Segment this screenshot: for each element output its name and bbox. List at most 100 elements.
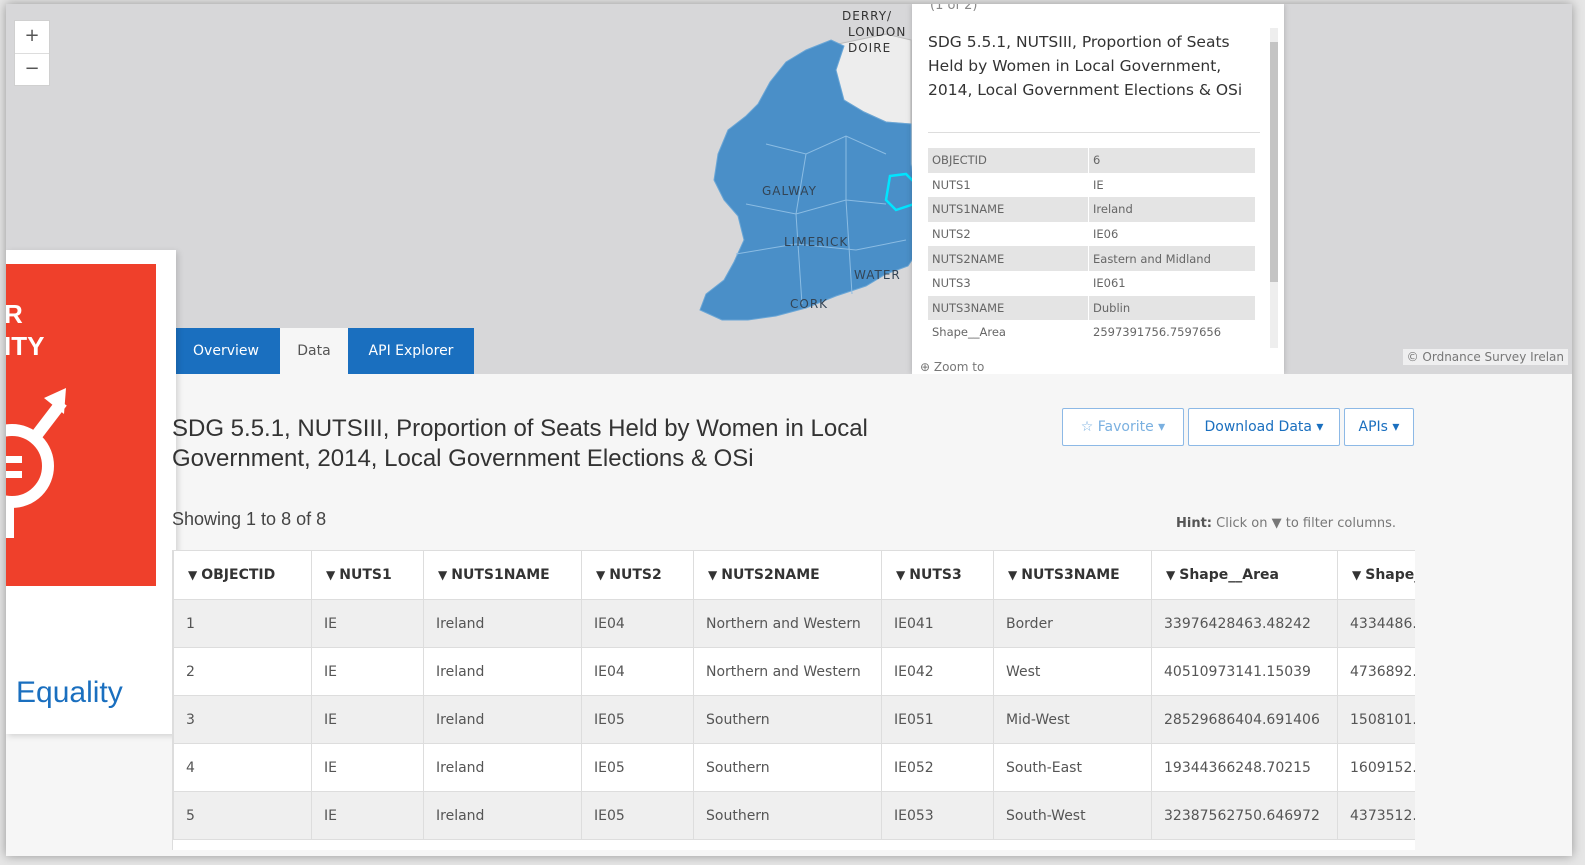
- popup-attribute-value: Ireland: [1088, 197, 1256, 222]
- column-header-label: NUTS3: [909, 567, 962, 583]
- table-cell: Border: [993, 599, 1152, 648]
- table-cell: IE05: [581, 695, 694, 744]
- table-row[interactable]: 5 IE Ireland IE05 Southern IE053 South-West 323…: [173, 791, 1415, 840]
- table-cell: 4373512.: [1337, 791, 1415, 840]
- popup-attribute-name: OBJECTID: [928, 148, 1089, 173]
- ireland-map[interactable]: DERRY/ LONDON DOIRE GALWAY LIMERICK WATE…: [6, 4, 1572, 374]
- column-header[interactable]: ▼ NUTS2NAME: [693, 550, 882, 600]
- sdg-goal-card[interactable]: R ITY Equality: [6, 250, 176, 734]
- column-header[interactable]: ▼ OBJECTID: [173, 550, 312, 600]
- dataset-title: SDG 5.5.1, NUTSIII, Proportion of Seats …: [172, 415, 868, 472]
- zoom-in-button[interactable]: +: [15, 21, 49, 53]
- column-header-label: OBJECTID: [201, 567, 276, 583]
- map-label-derry: DERRY/: [842, 9, 892, 23]
- table-cell: IE042: [881, 647, 994, 696]
- popup-attribute-row: NUTS3 IE061: [928, 270, 1256, 296]
- column-header[interactable]: ▼ Shape_: [1337, 550, 1415, 600]
- popup-attribute-value: IE061: [1088, 270, 1256, 296]
- popup-attribute-name: NUTS3NAME: [928, 295, 1089, 321]
- popup-attribute-value: Dublin: [1088, 295, 1256, 321]
- table-row[interactable]: 3 IE Ireland IE05 Southern IE051 Mid-West 28529…: [173, 695, 1415, 744]
- popup-attribute-name: NUTS2: [928, 221, 1089, 247]
- popup-attribute-row: NUTS3NAME Dublin: [928, 295, 1256, 321]
- map-label-cork: CORK: [790, 297, 828, 311]
- popup-attribute-name: Shape__Area: [928, 320, 1089, 345]
- map-label-doire: DOIRE: [848, 41, 891, 55]
- table-cell: IE053: [881, 791, 994, 840]
- map-view[interactable]: DERRY/ LONDON DOIRE GALWAY LIMERICK WATE…: [6, 4, 1572, 374]
- sdg-goal-label[interactable]: Equality: [16, 676, 123, 710]
- table-cell: 4: [173, 743, 312, 792]
- tab-api-explorer[interactable]: API Explorer: [348, 328, 474, 374]
- table-cell: Ireland: [423, 791, 582, 840]
- column-header[interactable]: ▼ NUTS2: [581, 550, 694, 600]
- table-cell: South-East: [993, 743, 1152, 792]
- column-header[interactable]: ▼ NUTS1: [311, 550, 424, 600]
- popup-scrollbar-thumb[interactable]: [1270, 42, 1278, 282]
- column-header[interactable]: ▼ NUTS1NAME: [423, 550, 582, 600]
- table-cell: West: [993, 647, 1152, 696]
- popup-attribute-row: NUTS2 IE06: [928, 221, 1256, 247]
- filter-icon[interactable]: ▼: [438, 568, 447, 582]
- table-cell: 40510973141.15039: [1151, 647, 1338, 696]
- popup-title: SDG 5.5.1, NUTSIII, Proportion of Seats …: [928, 33, 1243, 99]
- popup-attribute-row: NUTS2NAME Eastern and Midland: [928, 246, 1256, 271]
- column-header-label: NUTS1NAME: [451, 567, 550, 583]
- table-cell: Southern: [693, 743, 882, 792]
- filter-icon[interactable]: ▼: [326, 568, 335, 582]
- zoom-to-link[interactable]: ⊕ Zoom to: [920, 360, 984, 374]
- table-row[interactable]: 1 IE Ireland IE04 Northern and Western IE041 B…: [173, 599, 1415, 648]
- filter-icon[interactable]: ▼: [708, 568, 717, 582]
- favorite-button[interactable]: ☆ Favorite ▾: [1062, 408, 1184, 446]
- zoom-out-button[interactable]: −: [15, 53, 49, 86]
- tab-data[interactable]: Data: [280, 328, 348, 374]
- map-attribution: © Ordnance Survey Irelan: [1402, 349, 1568, 365]
- record-count: Showing 1 to 8 of 8: [172, 509, 327, 529]
- popup-pager: (1 of 2): [930, 4, 978, 13]
- column-header[interactable]: ▼ Shape__Area: [1151, 550, 1338, 600]
- data-table: ▼ OBJECTID ▼ NUTS1 ▼ NUTS1NAME ▼ NUTS2 ▼ NUTS2NAM…: [173, 550, 1415, 840]
- table-cell: IE041: [881, 599, 994, 648]
- filter-icon[interactable]: ▼: [188, 568, 197, 582]
- table-cell: 4334486.: [1337, 599, 1415, 648]
- column-header-label: NUTS3NAME: [1021, 567, 1120, 583]
- download-data-button[interactable]: Download Data ▾: [1188, 408, 1340, 446]
- table-cell: IE05: [581, 791, 694, 840]
- popup-attribute-name: NUTS3: [928, 270, 1089, 296]
- table-cell: Northern and Western: [693, 599, 882, 648]
- popup-attribute-name: NUTS1: [928, 172, 1089, 198]
- map-label-londonderry: LONDON: [848, 25, 906, 39]
- popup-attribute-value: IE06: [1088, 221, 1256, 247]
- filter-icon[interactable]: ▼: [596, 568, 605, 582]
- column-header[interactable]: ▼ NUTS3: [881, 550, 994, 600]
- table-cell: IE05: [581, 743, 694, 792]
- table-cell: Ireland: [423, 695, 582, 744]
- table-cell: 1: [173, 599, 312, 648]
- zoom-control: + −: [14, 20, 50, 86]
- table-cell: IE: [311, 743, 424, 792]
- column-header-label: Shape_: [1365, 567, 1415, 583]
- table-cell: South-West: [993, 791, 1152, 840]
- column-header[interactable]: ▼ NUTS3NAME: [993, 550, 1152, 600]
- table-cell: IE: [311, 791, 424, 840]
- table-cell: Ireland: [423, 647, 582, 696]
- filter-icon[interactable]: ▼: [896, 568, 905, 582]
- filter-icon[interactable]: ▼: [1008, 568, 1017, 582]
- popup-attribute-table: OBJECTID 6 NUTS1 IE NUTS1NAME Ireland NUTS2 IE0…: [928, 148, 1256, 345]
- apis-button[interactable]: APIs ▾: [1344, 408, 1414, 446]
- table-cell: IE052: [881, 743, 994, 792]
- filter-icon[interactable]: ▼: [1166, 568, 1175, 582]
- table-row[interactable]: 4 IE Ireland IE05 Southern IE052 South-East 193…: [173, 743, 1415, 792]
- popup-attribute-row: OBJECTID 6: [928, 148, 1256, 173]
- table-cell: Ireland: [423, 599, 582, 648]
- table-row[interactable]: 2 IE Ireland IE04 Northern and Western IE042 W…: [173, 647, 1415, 696]
- table-cell: IE051: [881, 695, 994, 744]
- tab-overview[interactable]: Overview: [172, 328, 280, 374]
- sdg-goal-tile: R ITY: [6, 264, 156, 586]
- popup-attribute-value: 6: [1088, 148, 1256, 173]
- popup-attribute-value: Eastern and Midland: [1088, 246, 1256, 271]
- filter-icon[interactable]: ▼: [1352, 568, 1361, 582]
- data-table-container[interactable]: ▼ OBJECTID ▼ NUTS1 ▼ NUTS1NAME ▼ NUTS2 ▼ NUTS2NAM…: [172, 550, 1415, 850]
- column-header-label: NUTS2NAME: [721, 567, 820, 583]
- table-cell: 5: [173, 791, 312, 840]
